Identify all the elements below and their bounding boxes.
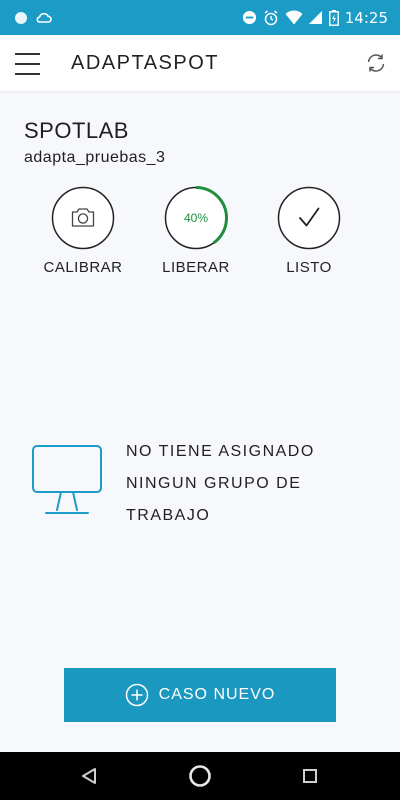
liberar-progress: 40%	[164, 186, 228, 250]
listo-circle	[277, 186, 341, 250]
status-bar: 14:25	[0, 0, 400, 35]
new-case-label: CASO NUEVO	[158, 686, 276, 703]
calibrar-circle	[51, 186, 115, 250]
empty-state-message: NO TIENE ASIGNADO NINGUN GRUPO DE TRABAJ…	[126, 436, 366, 532]
spot-name: SPOTLAB	[24, 118, 129, 143]
progress-text: 40%	[183, 211, 209, 225]
app-title: ADAPTASPOT	[71, 52, 219, 74]
back-icon[interactable]	[78, 764, 102, 788]
cloud-icon	[36, 12, 52, 23]
sync-icon[interactable]	[364, 51, 388, 75]
liberar-button[interactable]: 40% LIBERAR	[146, 186, 246, 276]
empty-state-line: TRABAJO	[126, 507, 211, 524]
battery-charging-icon	[328, 9, 339, 26]
home-icon[interactable]	[188, 764, 212, 788]
empty-state-line: NINGUN GRUPO DE	[126, 475, 302, 492]
status-left-icons	[14, 11, 52, 25]
status-right-icons: 14:25	[242, 9, 388, 27]
listo-label: LISTO	[286, 259, 332, 276]
new-case-button[interactable]: CASO NUEVO	[64, 668, 336, 722]
monitor-icon	[32, 445, 102, 514]
app-bar: ADAPTASPOT	[0, 35, 400, 91]
recents-icon[interactable]	[298, 764, 322, 788]
empty-state-line: NO TIENE ASIGNADO	[126, 443, 315, 460]
alarm-icon	[264, 9, 278, 25]
wifi-icon	[285, 10, 303, 25]
spot-user: adapta_pruebas_3	[24, 149, 166, 166]
calibrar-label: CALIBRAR	[43, 259, 123, 276]
cellular-signal-icon	[308, 11, 322, 24]
status-time: 14:25	[344, 8, 388, 27]
plus-circle-icon	[125, 683, 148, 707]
calibrar-button[interactable]: CALIBRAR	[33, 186, 133, 276]
circle-icon	[15, 11, 27, 24]
do-not-disturb-icon	[242, 10, 256, 25]
navigation-bar	[0, 752, 400, 800]
listo-button[interactable]: LISTO	[259, 186, 359, 276]
hamburger-menu-icon[interactable]	[15, 51, 40, 75]
liberar-label: LIBERAR	[162, 259, 230, 276]
